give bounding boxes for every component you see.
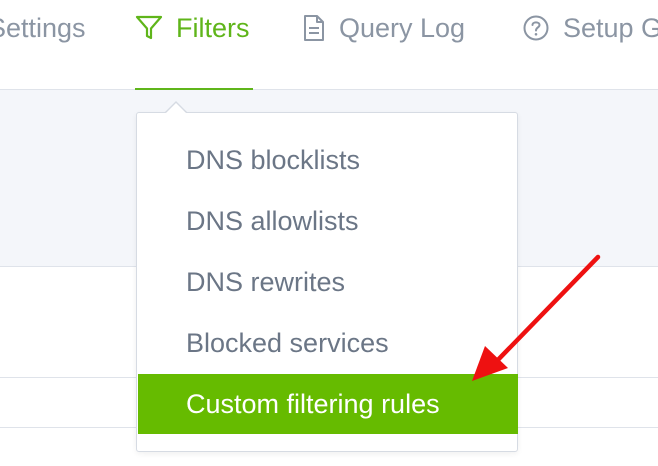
nav-item-setup-guide[interactable]: Setup G [522, 0, 658, 89]
menu-item-label: DNS allowlists [186, 205, 359, 236]
nav-item-query-log[interactable]: Query Log [302, 0, 465, 89]
filter-icon [135, 15, 163, 41]
menu-item-label: Blocked services [186, 327, 389, 358]
page: Settings Filters Query Log [0, 0, 658, 466]
nav-item-label: Filters [176, 12, 250, 43]
filters-dropdown-menu: DNS blocklists DNS allowlists DNS rewrit… [136, 112, 518, 452]
nav-item-label: Settings [0, 12, 86, 43]
dropdown-caret-fill [165, 103, 187, 114]
nav-item-label: Query Log [339, 12, 466, 43]
menu-item-custom-filtering-rules[interactable]: Custom filtering rules [138, 374, 518, 434]
top-nav: Settings Filters Query Log [0, 0, 658, 90]
help-circle-icon [522, 14, 550, 42]
nav-item-filters[interactable]: Filters [135, 0, 253, 90]
menu-item-label: DNS blocklists [186, 144, 361, 175]
menu-item-dns-rewrites[interactable]: DNS rewrites [138, 252, 518, 312]
menu-item-dns-blocklists[interactable]: DNS blocklists [138, 130, 518, 190]
document-icon [302, 14, 326, 42]
nav-item-label: Setup G [563, 12, 658, 43]
menu-item-label: Custom filtering rules [186, 388, 440, 419]
menu-item-blocked-services[interactable]: Blocked services [138, 313, 518, 373]
nav-item-settings[interactable]: Settings [0, 0, 86, 89]
menu-item-dns-allowlists[interactable]: DNS allowlists [138, 191, 518, 251]
menu-item-label: DNS rewrites [186, 266, 346, 297]
